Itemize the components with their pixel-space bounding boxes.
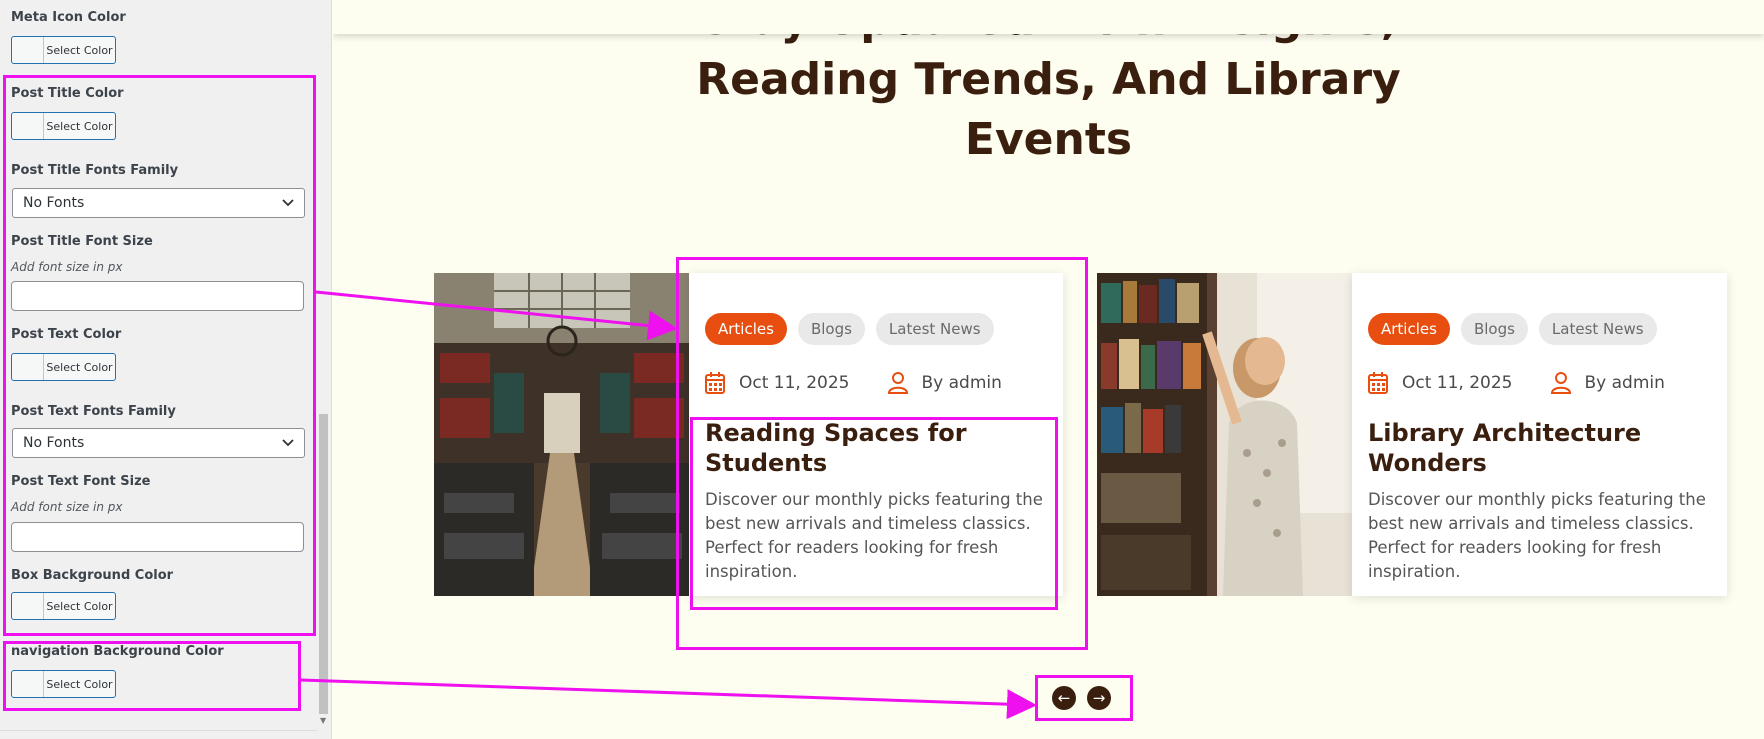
- panel-scrollbar-thumb[interactable]: [319, 414, 328, 714]
- post-text-color-label: Post Text Color: [11, 327, 122, 342]
- chevron-down-icon: [282, 196, 294, 210]
- post-title-font-size-hint: Add font size in px: [11, 260, 123, 274]
- post-text-fonts-family-label: Post Text Fonts Family: [11, 404, 176, 419]
- select-value: No Fonts: [23, 195, 85, 211]
- post-text-font-size-label: Post Text Font Size: [11, 474, 151, 489]
- post-text-fonts-family-select[interactable]: No Fonts: [12, 428, 305, 458]
- post-text-color-button[interactable]: Select Color: [11, 353, 116, 381]
- user-icon: [887, 372, 908, 394]
- slider-prev-button[interactable]: ←: [1052, 686, 1076, 710]
- section-heading-line-3: Events: [964, 114, 1133, 165]
- section-heading-line-2: Reading Trends, And Library: [696, 54, 1401, 105]
- color-swatch: [12, 113, 44, 139]
- tag-articles[interactable]: Articles: [1368, 313, 1450, 345]
- post-meta: Oct 11, 2025 By admin: [1368, 372, 1665, 394]
- select-color-label: Select Color: [46, 360, 113, 374]
- panel-footer: [0, 730, 317, 739]
- post-author: By admin: [1584, 373, 1665, 393]
- post-text-font-size-hint: Add font size in px: [11, 500, 123, 514]
- scroll-down-icon[interactable]: ▼: [320, 716, 326, 725]
- tag-latest-news[interactable]: Latest News: [1538, 313, 1657, 345]
- calendar-icon: [1368, 372, 1388, 394]
- select-color-label: Select Color: [46, 677, 113, 691]
- select-color-label: Select Color: [46, 599, 113, 613]
- post-tags: Articles Blogs Latest News: [1368, 313, 1657, 345]
- user-icon: [1550, 372, 1571, 394]
- post-date: Oct 11, 2025: [739, 373, 850, 393]
- color-swatch: [12, 37, 44, 63]
- post-title-color-button[interactable]: Select Color: [11, 112, 116, 140]
- color-swatch: [12, 593, 44, 619]
- post-excerpt: Discover our monthly picks featuring the…: [705, 490, 1043, 581]
- preview-header-bar: [333, 0, 1764, 34]
- post-title-font-size-input[interactable]: [11, 281, 304, 311]
- site-preview: Stay Updated With Insights, Reading Tren…: [333, 0, 1764, 739]
- select-color-label: Select Color: [46, 43, 113, 57]
- meta-icon-color-button[interactable]: Select Color: [11, 36, 116, 64]
- select-color-label: Select Color: [46, 119, 113, 133]
- post-title[interactable]: Library Architecture Wonders: [1368, 418, 1718, 478]
- arrow-left-icon: ←: [1057, 689, 1071, 707]
- box-background-color-button[interactable]: Select Color: [11, 592, 116, 620]
- post-text-font-size-input[interactable]: [11, 522, 304, 552]
- slider-next-button[interactable]: →: [1087, 686, 1111, 710]
- customizer-panel: Meta Icon Color Select Color Post Title …: [0, 0, 332, 739]
- post-author: By admin: [921, 373, 1002, 393]
- meta-icon-color-label: Meta Icon Color: [11, 10, 126, 25]
- color-swatch: [12, 671, 44, 697]
- box-background-color-label: Box Background Color: [11, 568, 174, 583]
- arrow-right-icon: →: [1092, 689, 1106, 707]
- chevron-down-icon: [282, 436, 294, 450]
- post-image-library-hall[interactable]: [434, 273, 690, 596]
- navigation-background-color-button[interactable]: Select Color: [11, 670, 116, 698]
- tag-blogs[interactable]: Blogs: [797, 313, 865, 345]
- tag-articles[interactable]: Articles: [705, 313, 787, 345]
- tag-latest-news[interactable]: Latest News: [875, 313, 994, 345]
- post-title[interactable]: Reading Spaces for Students: [705, 418, 1055, 478]
- post-excerpt: Discover our monthly picks featuring the…: [1368, 490, 1706, 581]
- post-title-fonts-family-select[interactable]: No Fonts: [12, 188, 305, 218]
- select-value: No Fonts: [23, 435, 85, 451]
- post-title-fonts-family-label: Post Title Fonts Family: [11, 163, 179, 178]
- post-date: Oct 11, 2025: [1402, 373, 1513, 393]
- post-title-color-label: Post Title Color: [11, 86, 124, 101]
- tag-blogs[interactable]: Blogs: [1460, 313, 1528, 345]
- calendar-icon: [705, 372, 725, 394]
- post-meta: Oct 11, 2025 By admin: [705, 372, 1002, 394]
- color-swatch: [12, 354, 44, 380]
- post-title-font-size-label: Post Title Font Size: [11, 234, 153, 249]
- post-tags: Articles Blogs Latest News: [705, 313, 994, 345]
- navigation-background-color-label: navigation Background Color: [11, 644, 224, 659]
- post-image-bookshelves[interactable]: [1097, 273, 1353, 596]
